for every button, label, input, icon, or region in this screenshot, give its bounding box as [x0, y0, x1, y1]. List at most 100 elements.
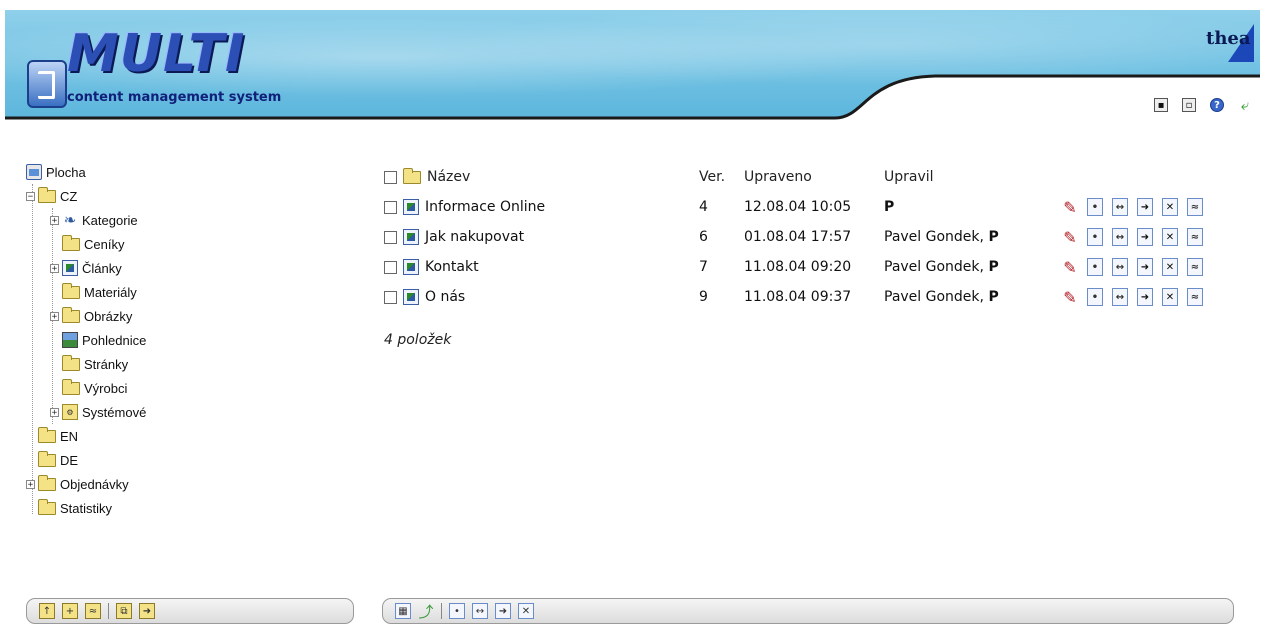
document-version-icon[interactable]: ↔: [1112, 288, 1128, 306]
copy-folder-icon[interactable]: ⧉: [116, 603, 132, 619]
delete-icon[interactable]: ✕: [1162, 288, 1178, 306]
tree-node-cz[interactable]: − CZ: [26, 184, 346, 208]
move-icon[interactable]: ➜: [1137, 198, 1153, 216]
edit-pen-icon[interactable]: ✎: [1062, 228, 1078, 247]
tree-label: Články: [82, 260, 122, 276]
document-version-icon[interactable]: ↔: [1112, 198, 1128, 216]
edit-pen-icon[interactable]: ✎: [1062, 258, 1078, 277]
new-document-icon[interactable]: •: [1087, 258, 1103, 276]
item-name[interactable]: Informace Online: [425, 199, 545, 215]
item-name[interactable]: Kontakt: [425, 259, 479, 275]
new-page-icon[interactable]: •: [449, 603, 465, 619]
tree-node-systemove[interactable]: + ⚙ Systémové: [26, 400, 346, 424]
header-modified-by[interactable]: Upravil: [884, 169, 934, 185]
tree-node-de[interactable]: DE: [26, 448, 346, 472]
select-all-checkbox[interactable]: [384, 170, 397, 184]
move-icon[interactable]: ➜: [495, 603, 511, 619]
folder-icon: [62, 306, 80, 323]
move-icon[interactable]: ➜: [1137, 228, 1153, 246]
new-document-icon[interactable]: •: [1087, 198, 1103, 216]
lock-open-icon[interactable]: ▫: [1182, 98, 1196, 112]
properties-icon[interactable]: ≈: [1187, 228, 1203, 246]
tree-node-stranky[interactable]: Stránky: [26, 352, 346, 376]
edit-pen-icon[interactable]: ✎: [1062, 288, 1078, 307]
delete-icon[interactable]: ✕: [518, 603, 534, 619]
item-name[interactable]: O nás: [425, 289, 465, 305]
tree-node-pohlednice[interactable]: Pohlednice: [26, 328, 346, 352]
move-folder-icon[interactable]: ➜: [139, 603, 155, 619]
tree-node-en[interactable]: EN: [26, 424, 346, 448]
item-version: 9: [699, 289, 708, 305]
tree-node-kategorie[interactable]: + ❧ Kategorie: [26, 208, 346, 232]
header-ver[interactable]: Ver.: [699, 169, 725, 185]
logo-subtitle: content management system: [67, 90, 282, 105]
folder-icon: [38, 474, 56, 491]
header-name[interactable]: Název: [427, 169, 470, 185]
tree-label: Výrobci: [84, 380, 128, 396]
version-icon[interactable]: ↔: [472, 603, 488, 619]
row-checkbox[interactable]: [384, 290, 397, 304]
tree-node-ceniky[interactable]: Ceníky: [26, 232, 346, 256]
tree-toolbar: ↑ + ≈ ⧉ ➜: [26, 598, 354, 624]
tree-node-materialy[interactable]: Materiály: [26, 280, 346, 304]
folder-up-icon[interactable]: ↑: [39, 603, 55, 619]
document-version-icon[interactable]: ↔: [1112, 228, 1128, 246]
folder-icon: [62, 378, 80, 395]
tree-label: EN: [60, 428, 79, 444]
document-icon: [403, 289, 419, 305]
item-modified-by: Pavel Gondek, P: [884, 289, 999, 305]
tree-node-vyrobci[interactable]: Výrobci: [26, 376, 346, 400]
lock-icon[interactable]: ▪: [1154, 98, 1168, 112]
document-icon: [403, 199, 419, 215]
item-modified-by: Pavel Gondek, P: [884, 229, 999, 245]
row-checkbox[interactable]: [384, 230, 397, 244]
tree-label: Kategorie: [82, 212, 138, 228]
edit-pen-icon[interactable]: ✎: [1062, 198, 1078, 217]
expand-icon[interactable]: +: [26, 479, 35, 489]
expand-icon[interactable]: +: [50, 215, 59, 225]
header-modified[interactable]: Upraveno: [744, 169, 812, 185]
system-folder-icon: ⚙: [62, 404, 78, 420]
computer-icon: [26, 164, 42, 180]
table-row: Informace Online 4 12.08.04 10:05 P ✎ • …: [384, 194, 1264, 220]
help-icon[interactable]: ?: [1210, 98, 1224, 112]
tree-node-statistiky[interactable]: Statistiky: [26, 496, 346, 520]
new-document-icon[interactable]: •: [1087, 228, 1103, 246]
document-version-icon[interactable]: ↔: [1112, 258, 1128, 276]
folder-icon: [38, 426, 56, 443]
folder-icon: [38, 498, 56, 515]
folder-icon: [62, 234, 80, 251]
new-document-icon[interactable]: •: [1087, 288, 1103, 306]
listing-toolbar: ▦ ⤴ • ↔ ➜ ✕: [382, 598, 1234, 624]
row-checkbox[interactable]: [384, 200, 397, 214]
delete-icon[interactable]: ✕: [1162, 258, 1178, 276]
delete-icon[interactable]: ✕: [1162, 228, 1178, 246]
document-icon: [403, 259, 419, 275]
new-folder-icon[interactable]: +: [62, 603, 78, 619]
properties-icon[interactable]: ≈: [1187, 258, 1203, 276]
delete-icon[interactable]: ✕: [1162, 198, 1178, 216]
properties-icon[interactable]: ≈: [1187, 288, 1203, 306]
up-arrow-icon[interactable]: ⤴: [418, 603, 434, 621]
folder-pages-icon: [62, 354, 80, 371]
expand-icon[interactable]: +: [50, 407, 59, 417]
row-checkbox[interactable]: [384, 260, 397, 274]
expand-icon[interactable]: +: [50, 263, 59, 273]
new-document-icon[interactable]: ▦: [395, 603, 411, 619]
move-icon[interactable]: ➜: [1137, 288, 1153, 306]
tree-node-objednavky[interactable]: + Objednávky: [26, 472, 346, 496]
folder-icon: [38, 450, 56, 467]
exit-icon[interactable]: ⤶: [1238, 96, 1252, 114]
collapse-icon[interactable]: −: [26, 191, 35, 201]
tree-label: DE: [60, 452, 79, 468]
folder-icon: [62, 282, 80, 299]
properties-icon[interactable]: ≈: [1187, 198, 1203, 216]
item-version: 7: [699, 259, 708, 275]
item-name[interactable]: Jak nakupovat: [425, 229, 524, 245]
expand-icon[interactable]: +: [50, 311, 59, 321]
folder-properties-icon[interactable]: ≈: [85, 603, 101, 619]
tree-node-obrazky[interactable]: + Obrázky: [26, 304, 346, 328]
tree-node-plocha[interactable]: Plocha: [26, 160, 346, 184]
tree-node-clanky[interactable]: + Články: [26, 256, 346, 280]
move-icon[interactable]: ➜: [1137, 258, 1153, 276]
